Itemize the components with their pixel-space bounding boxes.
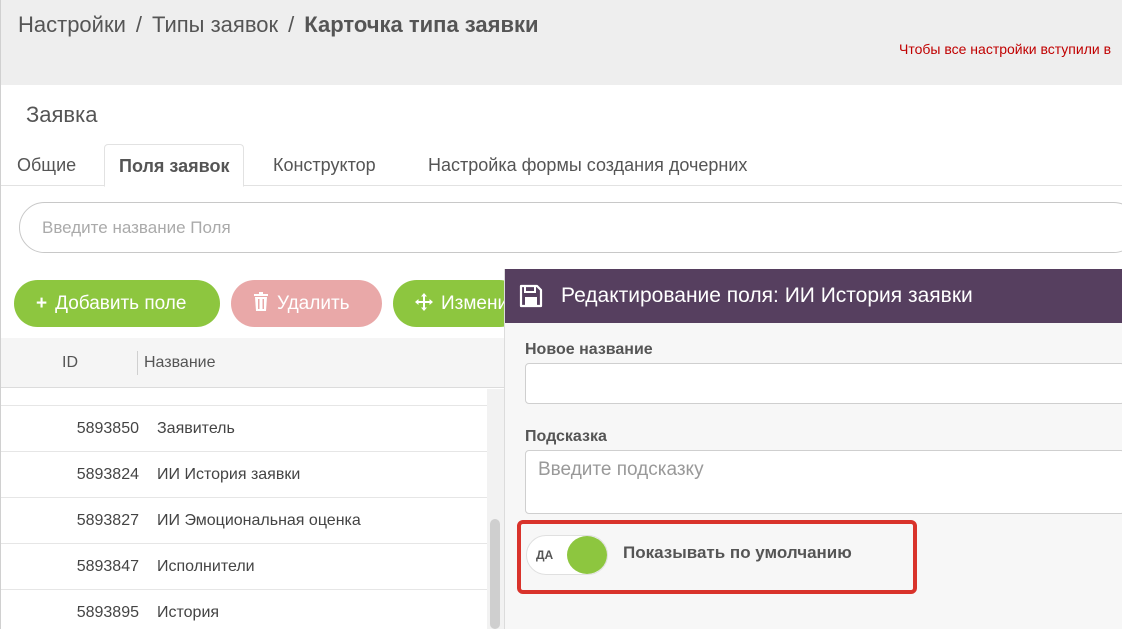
breadcrumb-separator: / bbox=[288, 12, 295, 37]
hint-input[interactable] bbox=[525, 450, 1122, 514]
section-title: Заявка bbox=[26, 102, 98, 127]
column-divider bbox=[137, 351, 138, 375]
column-header-name[interactable]: Название bbox=[144, 338, 216, 388]
tab-request-fields[interactable]: Поля заявок bbox=[104, 144, 245, 187]
cell-id: 5893824 bbox=[76, 466, 139, 483]
cell-name: ИИ История заявки bbox=[157, 466, 301, 483]
cell-id: 5893895 bbox=[76, 604, 139, 621]
breadcrumb-separator: / bbox=[135, 12, 142, 37]
toggle-knob bbox=[567, 536, 607, 574]
add-field-button[interactable]: + Добавить поле bbox=[14, 280, 220, 327]
show-by-default-label: Показывать по умолчанию bbox=[623, 543, 852, 562]
edit-field-panel: Редактирование поля: ИИ История заявки Н… bbox=[504, 269, 1122, 629]
table-header: ID Название bbox=[1, 338, 505, 388]
table-row[interactable]: 5893895 История bbox=[1, 590, 487, 629]
trash-icon bbox=[253, 280, 269, 327]
table-scrollbar-thumb[interactable] bbox=[490, 519, 500, 629]
table-row[interactable]: 5893850 Заявитель bbox=[1, 406, 487, 452]
edit-field-header: Редактирование поля: ИИ История заявки bbox=[505, 269, 1122, 323]
plus-icon: + bbox=[36, 293, 48, 314]
tab-child-form-settings[interactable]: Настройка формы создания дочерних bbox=[414, 144, 761, 186]
breadcrumb-item-request-types[interactable]: Типы заявок bbox=[152, 12, 278, 37]
cell-id: 5893847 bbox=[76, 558, 139, 575]
move-arrows-icon bbox=[415, 280, 433, 327]
table-row[interactable]: 5893827 ИИ Эмоциональная оценка bbox=[1, 498, 487, 544]
table-row[interactable] bbox=[1, 389, 487, 406]
save-icon[interactable] bbox=[519, 284, 543, 308]
cell-name: ИИ Эмоциональная оценка bbox=[157, 512, 361, 529]
top-bar: Настройки / Типы заявок / Карточка типа заяв… bbox=[0, 0, 1122, 85]
tab-constructor[interactable]: Конструктор bbox=[259, 144, 390, 186]
cell-name: Заявитель bbox=[157, 420, 235, 437]
column-header-id[interactable]: ID bbox=[62, 338, 78, 388]
table-row[interactable]: 5893847 Исполнители bbox=[1, 544, 487, 590]
cell-name: Исполнители bbox=[157, 558, 255, 575]
tab-bar: Общие Поля заявок Конструктор Настройка … bbox=[1, 144, 1122, 187]
edit-field-title: Редактирование поля: ИИ История заявки bbox=[561, 284, 973, 307]
cell-id: 5893850 bbox=[76, 420, 139, 437]
toggle-state-text: ДА bbox=[536, 548, 554, 562]
delete-button[interactable]: Удалить bbox=[231, 280, 382, 327]
cell-name: История bbox=[157, 604, 220, 621]
show-by-default-toggle[interactable]: ДА bbox=[526, 535, 608, 575]
add-field-label: Добавить поле bbox=[55, 293, 187, 314]
breadcrumb-item-settings[interactable]: Настройки bbox=[18, 12, 126, 37]
new-name-input[interactable] bbox=[525, 363, 1122, 404]
breadcrumb-current: Карточка типа заявки bbox=[304, 12, 539, 37]
hint-label: Подсказка bbox=[525, 428, 607, 445]
cell-id: 5893827 bbox=[76, 512, 139, 529]
tab-general[interactable]: Общие bbox=[3, 144, 90, 186]
table-row[interactable]: 5893824 ИИ История заявки bbox=[1, 452, 487, 498]
fields-table-body: 5893850 Заявитель 5893824 ИИ История зая… bbox=[1, 389, 487, 629]
settings-notice: Чтобы все настройки вступили в bbox=[899, 41, 1112, 57]
breadcrumb: Настройки / Типы заявок / Карточка типа заяв… bbox=[18, 12, 539, 38]
field-search-input[interactable] bbox=[19, 202, 1122, 253]
delete-label: Удалить bbox=[277, 293, 350, 314]
new-name-label: Новое название bbox=[525, 341, 653, 358]
